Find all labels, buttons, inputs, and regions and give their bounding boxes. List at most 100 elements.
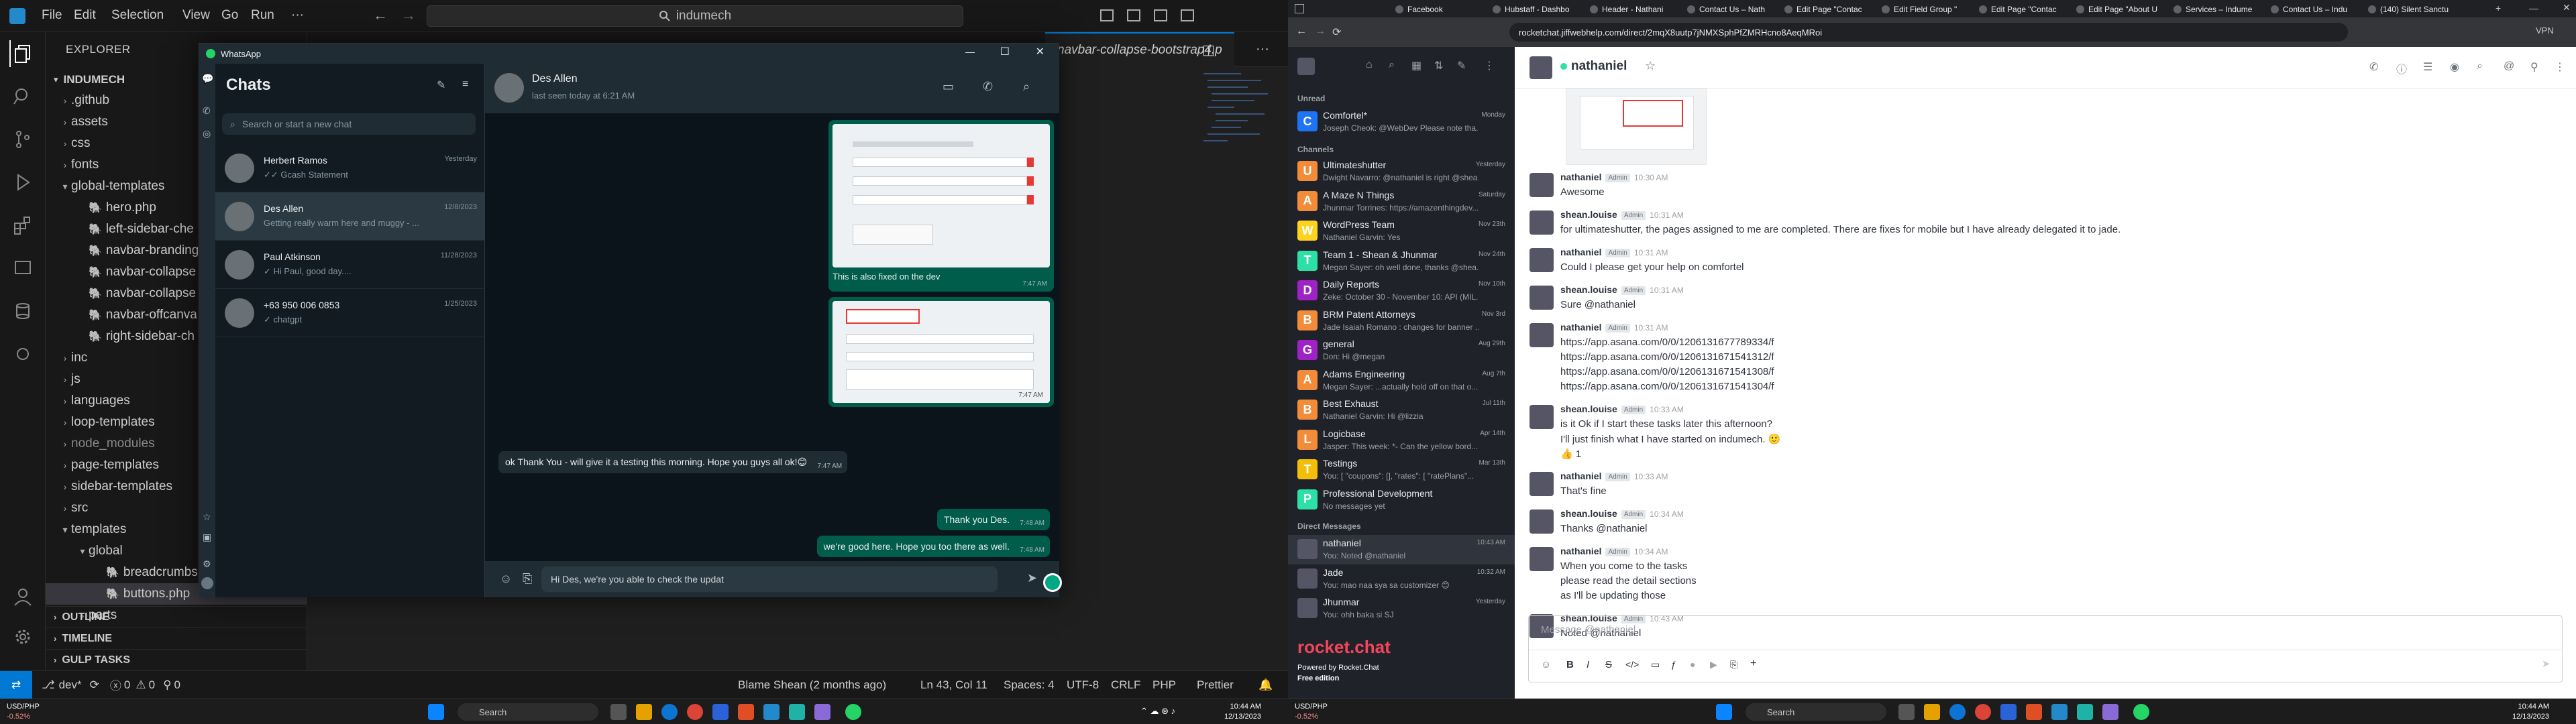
minimap[interactable] (1201, 67, 1275, 188)
browser-tab[interactable]: Hubstaff - Dashbo (1493, 2, 1585, 17)
language-mode[interactable]: PHP (1152, 678, 1176, 692)
room-item[interactable]: W WordPress Team Nathaniel Garvin: Yes Nov … (1288, 217, 1515, 246)
brave-icon[interactable] (738, 704, 754, 720)
git-branch[interactable]: dev* (59, 678, 82, 692)
create-new-icon[interactable]: ✎ (1457, 59, 1466, 72)
mentions-icon[interactable]: @ (2504, 60, 2514, 72)
menu-selection[interactable]: Selection (111, 8, 164, 23)
room-item[interactable]: P Professional Development No messages yet (1288, 485, 1515, 515)
app-icon[interactable] (789, 704, 805, 720)
chat-message[interactable]: nathaniel Admin 10:30 AM Awesome (1529, 172, 2563, 208)
git-blame[interactable]: Blame Shean (2 months ago) (738, 678, 886, 692)
app-icon[interactable] (2102, 704, 2118, 720)
vpn-icon[interactable]: VPN (2536, 25, 2554, 36)
chat-list-item[interactable]: Paul Atkinson ✓ Hi Paul, good day.... 11/2… (215, 241, 485, 289)
italic-icon[interactable]: I (1587, 659, 1589, 670)
room-item[interactable]: B Best Exhaust Nathaniel Garvin: Hi @lizzi… (1288, 396, 1515, 425)
strikethrough-icon[interactable]: S (1605, 659, 1612, 670)
browser-tab[interactable]: Services – Indume (2174, 2, 2266, 17)
image-attachment[interactable] (1566, 88, 1707, 165)
chat-list-item[interactable]: Herbert Ramos ✓✓ Gcash Statement Yesterday (215, 144, 485, 192)
user-avatar[interactable] (1297, 58, 1315, 75)
room-item[interactable]: B BRM Patent Attorneys Jade Isaiah Romano … (1288, 306, 1515, 336)
reload-icon[interactable]: ⟳ (1332, 25, 1341, 39)
room-item[interactable]: A A Maze N Things Jhunmar Torrines: https:… (1288, 187, 1515, 217)
split-editor-icon[interactable]: ◫ (1202, 42, 1215, 58)
attach-icon[interactable]: ⎘ (523, 572, 532, 586)
favorite-star-icon[interactable]: ☆ (1645, 59, 1656, 73)
stock-widget[interactable]: USD/PHP -0.52% (7, 702, 40, 722)
message-link[interactable]: https://app.asana.com/0/0/12061316777893… (1560, 337, 1774, 348)
settings-gear-icon[interactable] (9, 623, 36, 650)
kebab-menu-icon[interactable]: ⋮ (2555, 60, 2565, 74)
browser-tab[interactable]: Edit Page "Contac (1784, 2, 1877, 17)
minimize-icon[interactable]: — (2529, 3, 2538, 13)
screenshot-thumbnail[interactable] (833, 301, 1050, 403)
indentation[interactable]: Spaces: 4 (1004, 678, 1055, 692)
prettier-status[interactable]: Prettier (1197, 678, 1234, 692)
gulp-tasks-section[interactable]: › GULP TASKS (46, 649, 307, 670)
notifications-bell-icon[interactable]: 🔔 (1258, 678, 1273, 692)
room-item[interactable]: nathaniel You: Noted @nathaniel 10:43 AM (1288, 535, 1515, 564)
browser-tab[interactable]: (140) Silent Sanctu (2368, 2, 2461, 17)
room-item[interactable]: Jade You: mao naa sya sa customizer 😊 10:3… (1288, 564, 1515, 594)
task-view-icon[interactable] (610, 704, 627, 720)
browser-tab[interactable]: Facebook (1395, 2, 1488, 17)
chat-message[interactable]: shean.louise Admin 10:34 AM Thanks @nathani… (1529, 508, 2563, 544)
calls-icon[interactable]: ✆ (203, 105, 211, 117)
stock-widget[interactable]: USD/PHP -0.52% (1295, 702, 1328, 722)
run-debug-icon[interactable] (9, 169, 36, 196)
bold-icon[interactable]: B (1566, 659, 1574, 670)
chat-message[interactable]: nathaniel Admin 10:34 AM When you come to t… (1529, 546, 2563, 611)
menu-more[interactable]: ··· (291, 8, 304, 23)
clock[interactable]: 10:44 AM 12/13/2023 (2512, 702, 2549, 722)
audio-icon[interactable]: ● (1690, 659, 1695, 670)
brave-icon[interactable] (2026, 704, 2042, 720)
message-input[interactable]: Message @nathaniel (1541, 624, 1635, 636)
whatsapp-taskbar-icon[interactable] (845, 704, 861, 720)
emoji-icon[interactable]: ☺ (500, 572, 512, 586)
directory-icon[interactable]: ▦ (1411, 59, 1421, 72)
chrome-icon[interactable] (687, 704, 703, 720)
room-item[interactable]: Jhunmar You: ohh baka si SJ Yesterday (1288, 594, 1515, 623)
archive-icon[interactable]: ▣ (203, 532, 211, 543)
warning-count[interactable]: 0 (149, 678, 155, 692)
app-icon[interactable] (2077, 704, 2093, 720)
source-control-icon[interactable] (9, 126, 36, 153)
grammarly-icon[interactable] (1043, 573, 1062, 592)
code-block-icon[interactable]: ▭ (1651, 659, 1660, 670)
send-icon[interactable]: ➤ (1027, 571, 1037, 585)
new-tab-icon[interactable]: + (2496, 3, 2501, 13)
formula-icon[interactable]: ƒ (1671, 659, 1676, 670)
screenshot-thumbnail[interactable] (833, 124, 1050, 267)
database-icon[interactable] (9, 298, 36, 324)
message-link[interactable]: https://app.asana.com/0/0/12061316715413… (1560, 351, 1774, 363)
room-item[interactable]: C Comfortel* Joseph Cheok: @WebDev Please … (1288, 107, 1515, 137)
room-item[interactable]: U Ultimateshutter Dwight Navarro: @nathani… (1288, 157, 1515, 186)
command-center[interactable]: indumech (427, 5, 963, 27)
tab-actions-icon[interactable] (1295, 4, 1304, 13)
timeline-section[interactable]: › TIMELINE (46, 627, 307, 649)
edge-icon[interactable] (1949, 704, 1966, 720)
search-icon[interactable]: ⌕ (2477, 60, 2483, 72)
maximize-icon[interactable]: ☐ (1000, 45, 1010, 58)
remote-indicator-icon[interactable]: ⇄ (0, 670, 32, 699)
room-item[interactable]: L Logicbase Jasper: This week: *- Can the … (1288, 426, 1515, 455)
filter-icon[interactable]: ≡ (462, 78, 468, 90)
chat-search-input[interactable]: ⌕ Search or start a new chat (222, 113, 476, 135)
cursor-position[interactable]: Ln 43, Col 11 (920, 678, 987, 692)
room-avatar[interactable] (1529, 56, 1552, 79)
emoji-icon[interactable]: ☺ (1541, 659, 1551, 670)
new-chat-icon[interactable]: ✎ (437, 78, 445, 92)
close-icon[interactable]: ✕ (1036, 45, 1044, 58)
room-item[interactable]: T Team 1 - Shean & Jhunmar Megan Sayer: oh… (1288, 247, 1515, 276)
chat-message[interactable]: nathaniel Admin 10:31 AM https://app.asana.… (1529, 322, 2563, 402)
back-arrow-icon[interactable]: ← (1296, 25, 1307, 38)
attach-icon[interactable]: ⎘ (1730, 659, 1737, 670)
taskbar-search[interactable]: Search (1746, 703, 1886, 721)
menu-view[interactable]: View (182, 8, 210, 23)
account-icon[interactable] (9, 583, 36, 610)
message-input[interactable]: Hi Des, we're you able to check the upda… (541, 566, 998, 592)
start-icon[interactable] (1716, 704, 1732, 720)
sort-icon[interactable]: ⇅ (1434, 59, 1443, 72)
